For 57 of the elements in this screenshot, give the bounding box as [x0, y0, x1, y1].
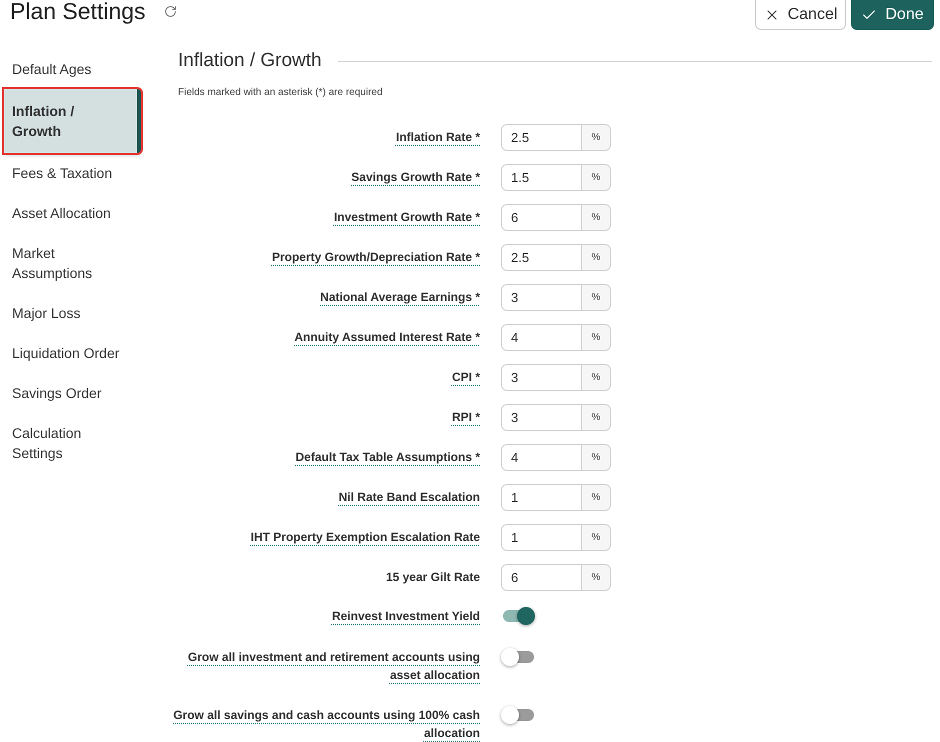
required-note: Fields marked with an asterisk (*) are required — [177, 86, 384, 100]
percent-addon: % — [582, 404, 611, 430]
sidebar-item[interactable]: Asset Allocation — [4, 193, 141, 233]
field-label: Grow all savings and cash accounts using 100% cash allocation — [172, 707, 480, 742]
percent-addon: % — [582, 244, 611, 270]
toggle-switch[interactable] — [501, 647, 535, 667]
field-label: Property Growth/Depreciation Rate * — [272, 249, 480, 266]
field-label: CPI * — [452, 369, 480, 386]
rate-input[interactable]: 4 — [501, 324, 582, 350]
sidebar-item[interactable]: Liquidation Order — [4, 333, 141, 373]
done-button[interactable]: Done — [851, 0, 934, 30]
percent-addon: % — [582, 364, 611, 390]
rate-input[interactable]: 1 — [501, 484, 582, 510]
refresh-icon[interactable] — [164, 4, 177, 18]
rate-input[interactable]: 6 — [501, 564, 582, 590]
rate-input[interactable]: 3 — [501, 364, 582, 390]
field-label: Nil Rate Band Escalation — [338, 489, 480, 506]
sidebar-item[interactable]: Savings Order — [4, 373, 141, 413]
cancel-button[interactable]: Cancel — [755, 0, 846, 30]
field-label: Grow all investment and retirement accounts using asset allocation — [186, 649, 480, 684]
rate-input[interactable]: 2.5 — [501, 124, 582, 150]
page-title: Plan Settings — [10, 0, 146, 22]
field-label: Annuity Assumed Interest Rate * — [294, 329, 480, 346]
percent-addon: % — [582, 484, 611, 510]
sidebar-item[interactable]: Inflation / Growth — [4, 89, 141, 153]
toggle-switch[interactable] — [501, 705, 535, 725]
rate-input[interactable]: 1.5 — [501, 164, 582, 190]
percent-addon: % — [582, 124, 611, 150]
field-label: IHT Property Exemption Escalation Rate — [250, 529, 480, 546]
percent-addon: % — [582, 324, 611, 350]
sidebar-item[interactable]: Major Loss — [4, 293, 141, 333]
field-label: Default Tax Table Assumptions * — [296, 449, 480, 466]
field-label: Investment Growth Rate * — [334, 209, 480, 226]
field-label: Savings Growth Rate * — [351, 169, 480, 186]
field-label: Reinvest Investment Yield — [332, 608, 480, 625]
field-label: RPI * — [452, 409, 480, 426]
section-title: Inflation / Growth — [178, 49, 322, 73]
rate-input[interactable]: 3 — [501, 404, 582, 430]
rate-input[interactable]: 2.5 — [501, 244, 582, 270]
field-label: National Average Earnings * — [320, 289, 480, 306]
toggle-switch[interactable] — [501, 606, 535, 626]
percent-addon: % — [582, 204, 611, 230]
percent-addon: % — [582, 164, 611, 190]
rate-input[interactable]: 3 — [501, 284, 582, 310]
percent-addon: % — [582, 524, 611, 550]
sidebar-item[interactable]: Fees & Taxation — [4, 153, 141, 193]
sidebar-item[interactable]: Default Ages — [4, 49, 141, 89]
sidebar-item[interactable]: Calculation Settings — [4, 413, 141, 473]
rate-input[interactable]: 6 — [501, 204, 582, 230]
rate-input[interactable]: 4 — [501, 444, 582, 470]
percent-addon: % — [582, 564, 611, 590]
percent-addon: % — [582, 444, 611, 470]
sidebar-item[interactable]: Market Assumptions — [4, 233, 141, 293]
percent-addon: % — [582, 284, 611, 310]
rate-input[interactable]: 1 — [501, 524, 582, 550]
field-label: Inflation Rate * — [396, 129, 480, 146]
field-label: 15 year Gilt Rate — [386, 569, 480, 586]
